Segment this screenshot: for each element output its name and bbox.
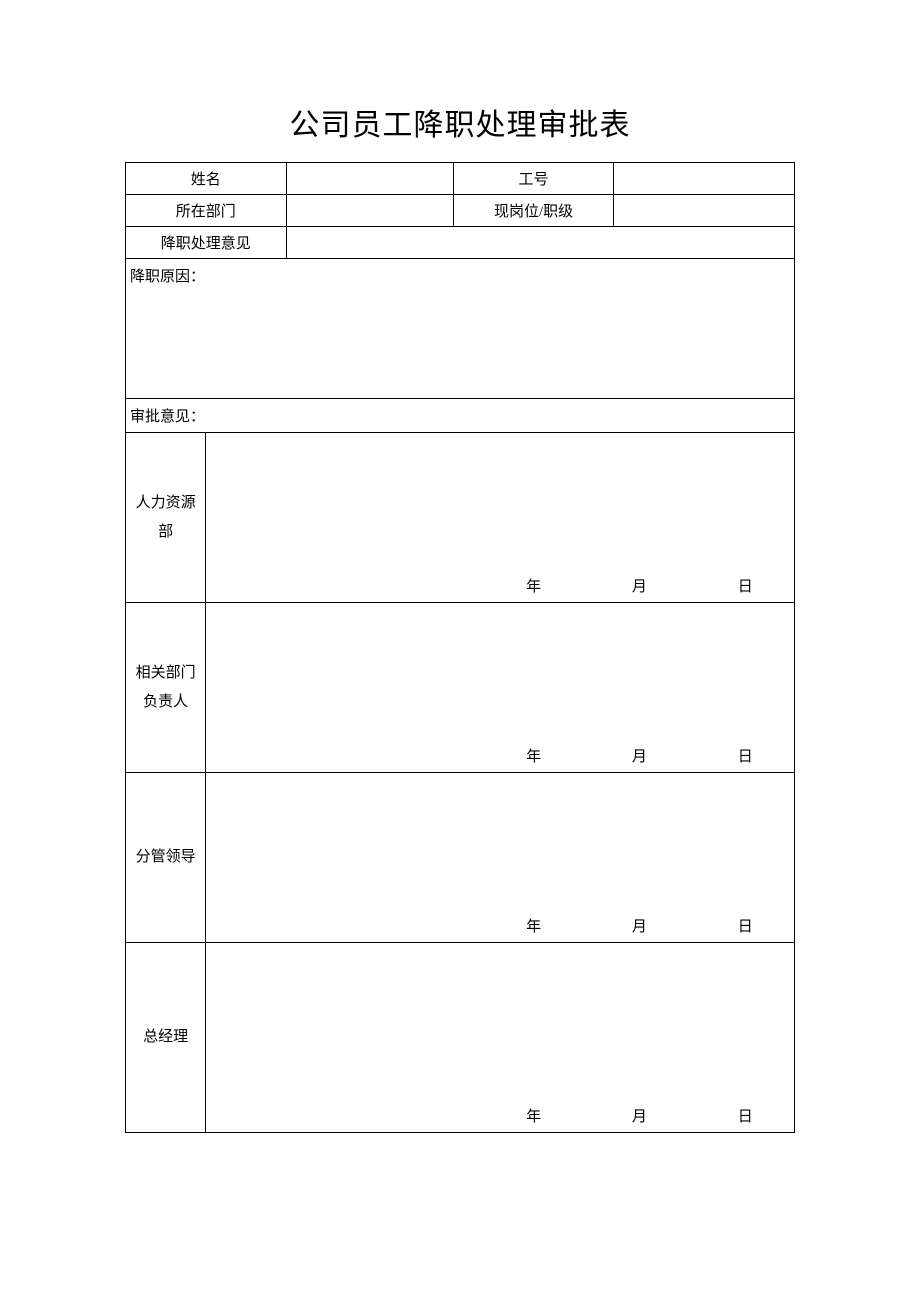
label-leader: 分管领导 [126, 773, 206, 943]
label-name: 姓名 [126, 163, 287, 195]
row-reason: 降职原因： [126, 259, 795, 399]
label-dept: 所在部门 [126, 195, 287, 227]
label-reason: 降职原因： [130, 269, 205, 285]
sig-hr[interactable]: 年月日 [206, 433, 795, 603]
row-hr: 人力资源 部 年月日 [126, 433, 795, 603]
sig-gm[interactable]: 年月日 [206, 943, 795, 1133]
label-hr: 人力资源 部 [126, 433, 206, 603]
date-gm: 年月日 [206, 1105, 794, 1126]
value-dept[interactable] [286, 195, 453, 227]
sig-leader[interactable]: 年月日 [206, 773, 795, 943]
value-demotion-opinion[interactable] [286, 227, 794, 259]
date-dept-head: 年月日 [206, 745, 794, 766]
row-dept-head: 相关部门 负责人 年月日 [126, 603, 795, 773]
label-gm: 总经理 [126, 943, 206, 1133]
value-emp-no[interactable] [614, 163, 795, 195]
row-approval-header: 审批意见： [126, 399, 795, 433]
row-dept: 所在部门 现岗位/职级 [126, 195, 795, 227]
date-hr: 年月日 [206, 575, 794, 596]
value-name[interactable] [286, 163, 453, 195]
row-name: 姓名 工号 [126, 163, 795, 195]
label-position: 现岗位/职级 [453, 195, 614, 227]
value-position[interactable] [614, 195, 795, 227]
row-leader: 分管领导 年月日 [126, 773, 795, 943]
approval-form-table: 姓名 工号 所在部门 现岗位/职级 降职处理意见 降职原因： 审批意见： 人力资… [125, 162, 795, 1133]
sig-dept-head[interactable]: 年月日 [206, 603, 795, 773]
label-emp-no: 工号 [453, 163, 614, 195]
label-dept-head: 相关部门 负责人 [126, 603, 206, 773]
form-title: 公司员工降职处理审批表 [125, 100, 795, 144]
label-demotion-opinion: 降职处理意见 [126, 227, 287, 259]
row-demotion-opinion: 降职处理意见 [126, 227, 795, 259]
label-approval-opinion: 审批意见： [126, 399, 795, 433]
reason-cell[interactable]: 降职原因： [126, 259, 795, 399]
date-leader: 年月日 [206, 915, 794, 936]
row-gm: 总经理 年月日 [126, 943, 795, 1133]
